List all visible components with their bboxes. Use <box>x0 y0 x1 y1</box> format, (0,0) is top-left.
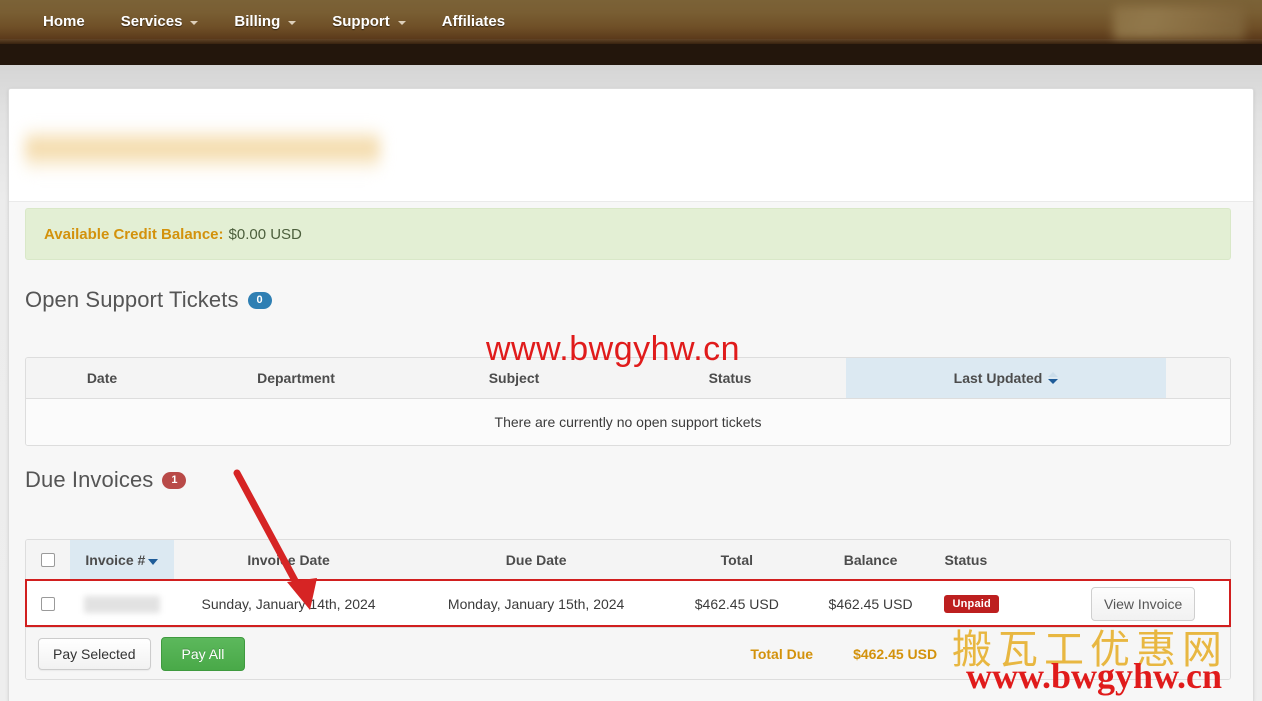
open-support-tickets-heading: Open Support Tickets 0 <box>25 287 272 313</box>
account-menu-redacted[interactable] <box>1113 6 1245 39</box>
th-balance[interactable]: Balance <box>805 540 937 580</box>
row-select-cell[interactable] <box>26 581 70 627</box>
support-tickets-table: Date Department Subject Status Last Upda… <box>25 357 1231 446</box>
credit-balance-alert: Available Credit Balance: $0.00 USD <box>25 208 1231 260</box>
nav-item-affiliates[interactable]: Affiliates <box>424 0 523 44</box>
th-due-date-label: Due Date <box>505 552 567 568</box>
invoice-date-value: Sunday, January 14th, 2024 <box>201 596 376 612</box>
invoice-number-redacted <box>83 595 160 613</box>
th-department[interactable]: Department <box>178 358 414 398</box>
cell-balance: $462.45 USD <box>805 581 937 627</box>
th-invoice-number[interactable]: Invoice # <box>69 540 174 580</box>
select-all-checkbox[interactable] <box>40 553 55 567</box>
nav-item-services[interactable]: Services <box>103 0 217 44</box>
credit-balance-label: Available Credit Balance: <box>44 225 224 243</box>
th-invoice-status[interactable]: Status <box>936 540 1056 580</box>
th-last-updated-label: Last Updated <box>953 370 1043 386</box>
status-badge: Unpaid <box>944 595 999 613</box>
due-invoices-count-badge: 1 <box>162 471 187 489</box>
due-invoices-heading: Due Invoices 1 <box>25 467 187 493</box>
sort-descending-icon <box>148 559 159 565</box>
page-title-redacted <box>25 127 380 177</box>
th-department-label: Department <box>257 370 335 386</box>
nav-item-billing-label: Billing <box>234 13 281 30</box>
view-invoice-button[interactable]: View Invoice <box>1090 587 1196 621</box>
navbar-shadow-strip <box>0 44 1262 65</box>
support-tickets-empty-text: There are currently no open support tick… <box>494 414 762 430</box>
nav-item-affiliates-label: Affiliates <box>441 13 506 30</box>
total-value: $462.45 USD <box>694 596 779 612</box>
total-due-value: $462.45 USD <box>853 645 938 662</box>
due-invoices-table-header: Invoice # Invoice Date Due Date Total Ba… <box>26 540 1230 581</box>
th-due-date[interactable]: Due Date <box>403 540 669 580</box>
th-total-label: Total <box>720 552 753 568</box>
nav-item-billing[interactable]: Billing <box>216 0 314 44</box>
chevron-down-icon <box>288 21 297 25</box>
credit-balance-value: $0.00 USD <box>228 225 302 243</box>
nav-item-home-label: Home <box>43 13 85 30</box>
cell-actions: View Invoice <box>1056 581 1230 627</box>
th-actions <box>1166 358 1230 398</box>
browser-viewport: Home Services Billing Support Affiliates <box>0 0 1262 701</box>
nav-item-support-label: Support <box>332 13 390 30</box>
th-date-label: Date <box>86 370 118 386</box>
th-invoice-date-label: Invoice Date <box>247 552 330 568</box>
sort-indicator-icon[interactable] <box>1048 372 1059 384</box>
row-select-checkbox[interactable] <box>40 597 55 611</box>
th-subject[interactable]: Subject <box>414 358 614 398</box>
th-date[interactable]: Date <box>26 358 178 398</box>
th-total[interactable]: Total <box>669 540 805 580</box>
due-invoices-table: Invoice # Invoice Date Due Date Total Ba… <box>25 539 1231 680</box>
main-content-panel: Available Credit Balance: $0.00 USD Open… <box>8 88 1254 701</box>
cell-invoice-number <box>70 581 174 627</box>
sort-descending-icon <box>1048 379 1059 384</box>
sort-ascending-icon <box>1048 372 1059 377</box>
th-status[interactable]: Status <box>614 358 846 398</box>
open-support-tickets-title: Open Support Tickets <box>25 287 239 312</box>
navbar-items: Home Services Billing Support Affiliates <box>0 0 1262 44</box>
th-invoice-date[interactable]: Invoice Date <box>174 540 404 580</box>
cell-invoice-date: Sunday, January 14th, 2024 <box>174 581 404 627</box>
pay-selected-button[interactable]: Pay Selected <box>38 637 151 670</box>
chevron-down-icon <box>190 21 199 25</box>
th-invoice-actions <box>1056 540 1230 580</box>
open-support-tickets-count-badge: 0 <box>247 291 272 309</box>
th-last-updated[interactable]: Last Updated <box>846 358 1166 398</box>
cell-due-date: Monday, January 15th, 2024 <box>403 581 669 627</box>
total-due-label: Total Due <box>750 645 814 662</box>
cell-total: $462.45 USD <box>669 581 805 627</box>
support-tickets-empty-message: There are currently no open support tick… <box>26 399 1230 445</box>
pay-all-button[interactable]: Pay All <box>160 636 246 671</box>
cell-status: Unpaid <box>936 581 1056 627</box>
nav-item-services-label: Services <box>120 13 183 30</box>
support-tickets-table-header: Date Department Subject Status Last Upda… <box>26 358 1230 399</box>
chevron-down-icon <box>397 21 406 25</box>
table-row[interactable]: Sunday, January 14th, 2024 Monday, Janua… <box>26 581 1230 627</box>
nav-item-support[interactable]: Support <box>314 0 424 44</box>
due-invoices-table-footer: Pay Selected Pay All Total Due $462.45 U… <box>26 627 1230 679</box>
th-balance-label: Balance <box>843 552 898 568</box>
th-select-all[interactable] <box>26 540 70 580</box>
top-navbar: Home Services Billing Support Affiliates <box>0 0 1262 44</box>
balance-value: $462.45 USD <box>828 596 913 612</box>
th-invoice-status-label: Status <box>944 552 988 568</box>
th-subject-label: Subject <box>488 370 540 386</box>
th-invoice-number-label: Invoice # <box>85 552 146 568</box>
due-date-value: Monday, January 15th, 2024 <box>447 596 625 612</box>
nav-item-home[interactable]: Home <box>25 0 103 44</box>
th-status-label: Status <box>708 370 752 386</box>
due-invoices-title: Due Invoices <box>25 467 154 492</box>
